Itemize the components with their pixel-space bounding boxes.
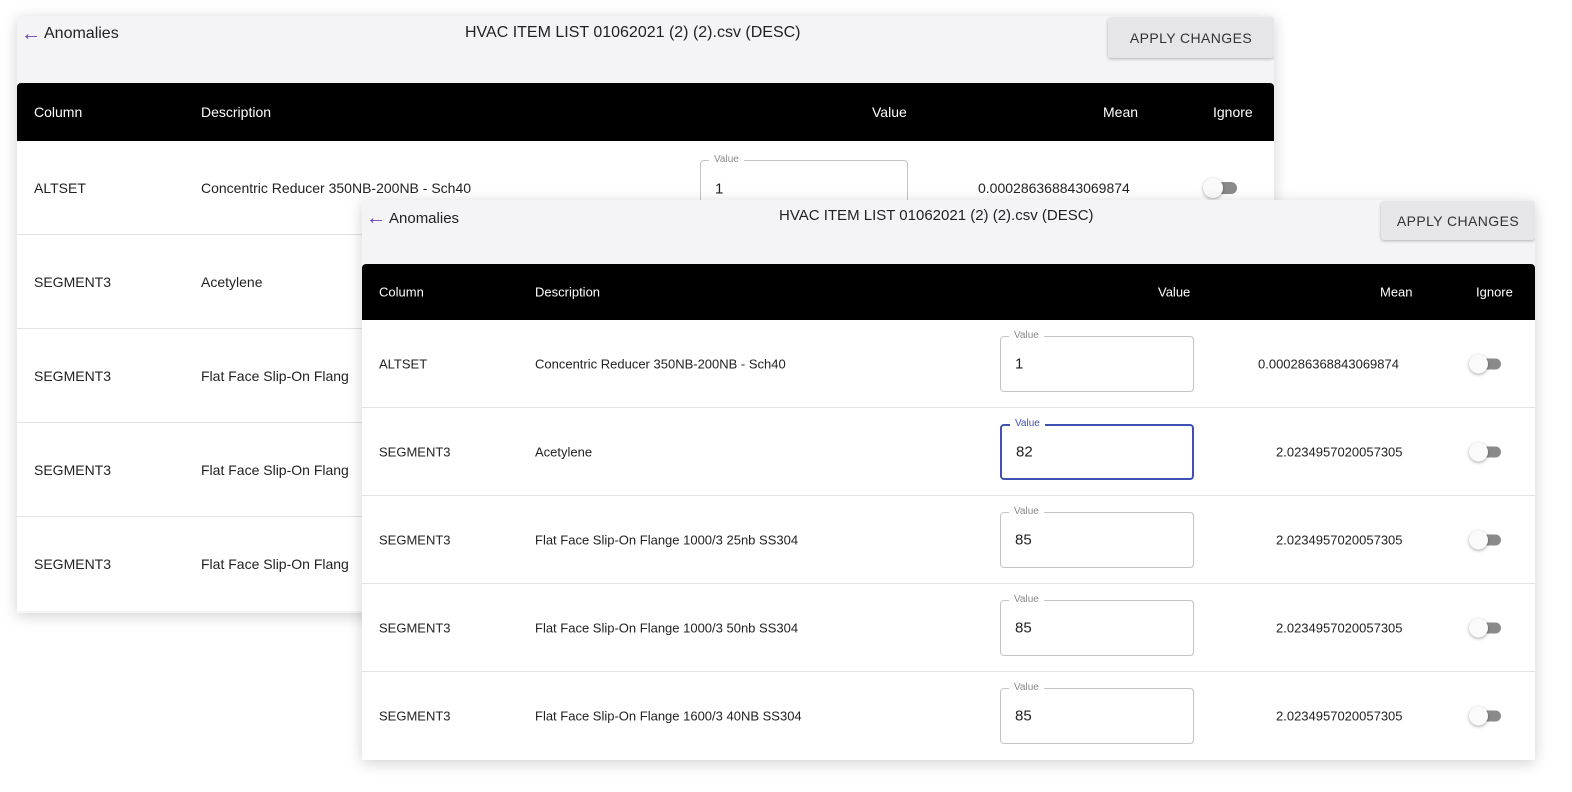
back-label: Anomalies: [389, 209, 460, 227]
value-field-label: Value: [1010, 418, 1045, 430]
cell-column: SEGMENT3: [379, 444, 451, 459]
table-row: SEGMENT3 Flat Face Slip-On Flange 1000/3…: [362, 584, 1535, 672]
header-value: Value: [872, 104, 907, 120]
value-field[interactable]: Value: [1000, 418, 1194, 480]
header-mean: Mean: [1380, 284, 1413, 300]
cell-column: SEGMENT3: [34, 461, 112, 478]
value-field[interactable]: Value: [1000, 594, 1194, 656]
ignore-toggle[interactable]: [1469, 706, 1509, 726]
cell-description: Flat Face Slip-On Flange 1000/3 50nb SS3…: [535, 620, 799, 635]
cell-description: Flat Face Slip-On Flange 1000/3 25nb SS3…: [535, 532, 799, 547]
table-row: ALTSET Concentric Reducer 350NB-200NB - …: [362, 320, 1535, 408]
cell-column: SEGMENT3: [34, 273, 112, 290]
toggle-knob: [1469, 618, 1488, 637]
header-mean: Mean: [1103, 104, 1139, 120]
value-field-label: Value: [709, 154, 744, 166]
header-description: Description: [201, 104, 272, 120]
cell-column: SEGMENT3: [379, 620, 451, 635]
value-input[interactable]: [1015, 619, 1185, 637]
cell-column: SEGMENT3: [34, 367, 112, 384]
apply-changes-button[interactable]: APPLY CHANGES: [1381, 202, 1535, 240]
value-field-label: Value: [1009, 682, 1044, 694]
cell-description: Acetylene: [201, 273, 263, 290]
back-to-anomalies-link[interactable]: ← Anomalies: [366, 208, 459, 228]
ignore-toggle[interactable]: [1469, 354, 1509, 374]
apply-changes-button[interactable]: APPLY CHANGES: [1108, 18, 1274, 58]
file-title: HVAC ITEM LIST 01062021 (2) (2).csv (DES…: [779, 207, 1094, 224]
table-row: SEGMENT3 Acetylene Value 2.0234957020057…: [362, 408, 1535, 496]
value-field-label: Value: [1009, 506, 1044, 518]
value-input[interactable]: [1015, 531, 1185, 549]
value-input[interactable]: [715, 180, 899, 198]
value-input[interactable]: [1015, 355, 1185, 373]
value-field[interactable]: Value: [1000, 330, 1194, 392]
cell-description: Flat Face Slip-On Flang: [201, 556, 349, 572]
back-label: Anomalies: [44, 25, 119, 42]
header-column: Column: [34, 104, 83, 120]
ignore-toggle[interactable]: [1469, 618, 1509, 638]
cell-description: Flat Face Slip-On Flange 1600/3 40NB SS3…: [535, 708, 802, 724]
ignore-toggle[interactable]: [1469, 530, 1509, 550]
value-field[interactable]: Value: [1000, 682, 1194, 744]
anomalies-table: Column Description Value Mean Ignore ALT…: [362, 264, 1535, 760]
value-field[interactable]: Value: [1000, 506, 1194, 568]
cell-description: Concentric Reducer 350NB-200NB - Sch40: [201, 179, 472, 196]
cell-mean: 2.0234957020057305: [1276, 444, 1403, 459]
cell-column: SEGMENT3: [34, 556, 112, 572]
toggle-knob: [1469, 442, 1488, 461]
table-row: SEGMENT3 Flat Face Slip-On Flange 1000/3…: [362, 496, 1535, 584]
cell-mean: 0.000286368843069874: [1258, 356, 1399, 371]
cell-column: ALTSET: [379, 356, 428, 371]
value-field-label: Value: [1009, 330, 1044, 342]
anomalies-window-front: ← Anomalies HVAC ITEM LIST 01062021 (2) …: [362, 200, 1535, 760]
toggle-knob: [1469, 530, 1488, 549]
back-to-anomalies-link[interactable]: ← Anomalies: [21, 24, 119, 44]
table-row: SEGMENT3 Flat Face Slip-On Flange 1600/3…: [362, 672, 1535, 760]
toggle-knob: [1469, 706, 1488, 726]
cell-mean: 2.0234957020057305: [1276, 708, 1403, 724]
file-title: HVAC ITEM LIST 01062021 (2) (2).csv (DES…: [465, 24, 801, 41]
value-field-label: Value: [1009, 594, 1044, 606]
ignore-toggle[interactable]: [1469, 442, 1509, 462]
header-column: Column: [379, 284, 424, 300]
cell-mean: 0.000286368843069874: [978, 179, 1130, 196]
arrow-left-icon: ←: [21, 23, 41, 45]
cell-description: Flat Face Slip-On Flang: [201, 367, 349, 384]
value-input[interactable]: [1015, 707, 1185, 725]
header-ignore: Ignore: [1213, 104, 1253, 120]
cell-description: Concentric Reducer 350NB-200NB - Sch40: [535, 356, 786, 371]
header-value: Value: [1158, 284, 1191, 300]
arrow-left-icon: ←: [366, 207, 386, 229]
cell-column: SEGMENT3: [379, 708, 451, 724]
toggle-knob: [1469, 354, 1488, 373]
cell-description: Flat Face Slip-On Flang: [201, 461, 349, 478]
table-header: Column Description Value Mean Ignore: [17, 83, 1274, 141]
cell-column: ALTSET: [34, 179, 86, 196]
table-header: Column Description Value Mean Ignore: [362, 264, 1535, 320]
ignore-toggle[interactable]: [1203, 177, 1247, 199]
header-description: Description: [535, 284, 601, 300]
cell-description: Acetylene: [535, 444, 593, 459]
cell-mean: 2.0234957020057305: [1276, 620, 1403, 635]
cell-column: SEGMENT3: [379, 532, 451, 547]
cell-mean: 2.0234957020057305: [1276, 532, 1403, 547]
value-input[interactable]: [1016, 443, 1184, 461]
toggle-knob: [1203, 177, 1223, 198]
header-ignore: Ignore: [1476, 284, 1513, 300]
